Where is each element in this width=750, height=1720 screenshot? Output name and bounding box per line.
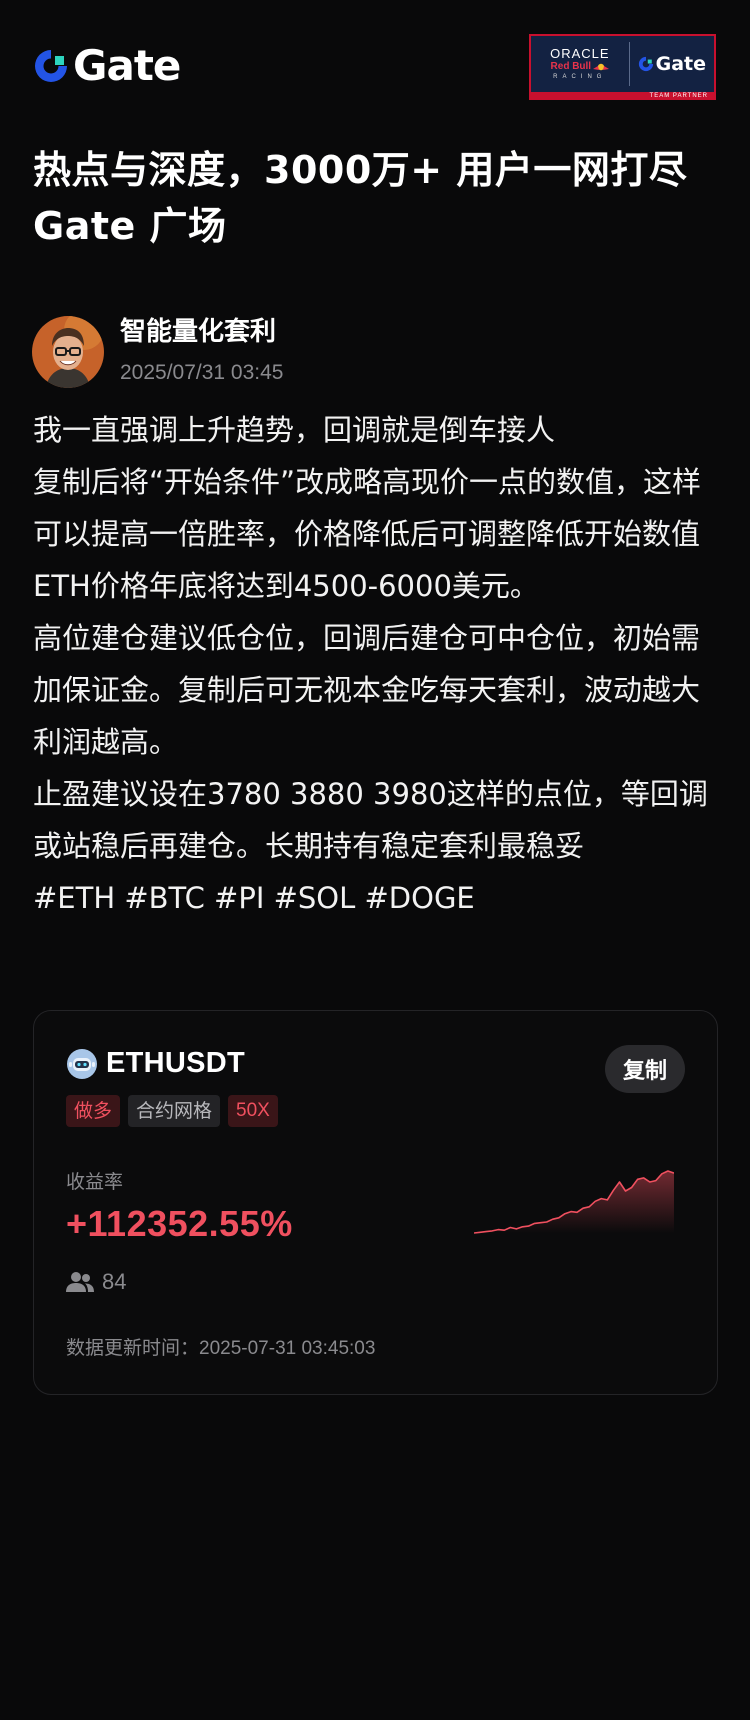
partner-gate-logo: Gate [638, 53, 706, 75]
post-body: 我一直强调上升趋势，回调就是倒车接人 复制后将“开始条件”改成略高现价一点的数值… [33, 404, 723, 924]
gate-logo-icon [35, 50, 67, 82]
redbull-label: Red Bull [550, 61, 592, 72]
partner-banner[interactable]: ORACLE Red Bull RACING Gate TEAM PARTNER [529, 34, 716, 100]
leverage-badge: 50X [228, 1095, 278, 1127]
oracle-text: ORACLE [550, 46, 610, 61]
gate-logo-text: Gate [73, 41, 181, 90]
users-icon [66, 1272, 94, 1292]
avatar-photo [32, 316, 104, 388]
post-paragraph: 复制后将“开始条件”改成略高现价一点的数值，这样可以提高一倍胜率，价格降低后可调… [33, 465, 702, 551]
update-label: 数据更新时间： [66, 1337, 200, 1359]
post-page: Gate ORACLE Red Bull RACING Gate TEAM PA… [0, 0, 750, 1720]
copy-button[interactable]: 复制 [605, 1045, 685, 1093]
yield-label: 收益率 [66, 1171, 124, 1193]
oracle-redbull-logo: ORACLE Red Bull RACING [539, 47, 621, 81]
post-paragraph: 止盈建议设在3780 3880 3980这样的点位，等回调或站稳后再建仓。长期持… [33, 777, 708, 863]
post-timestamp: 2025/07/31 03:45 [120, 361, 284, 384]
gate-logo[interactable]: Gate [33, 41, 181, 90]
followers-count: 84 [102, 1269, 127, 1294]
strategy-type-badge: 合约网格 [128, 1095, 221, 1127]
partner-divider [628, 42, 630, 86]
post-paragraph: 高位建仓建议低仓位，回调后建仓可中仓位，初始需加保证金。复制后可无视本金吃每天套… [33, 621, 701, 759]
partner-gate-text: Gate [655, 53, 706, 75]
update-value: 2025-07-31 03:45:03 [199, 1338, 376, 1359]
pair-header: ETHUSDT [66, 1047, 245, 1080]
strategy-card[interactable]: ETHUSDT 复制 做多 合约网格 50X 收益率 +112352.55% 8… [33, 1010, 718, 1395]
yield-sparkline [474, 1170, 674, 1234]
bull-icon [593, 63, 610, 71]
yield-value: +112352.55% [66, 1203, 293, 1244]
post-paragraph: ETH价格年底将达到4500-6000美元。 [33, 569, 539, 603]
followers: 84 [66, 1269, 126, 1295]
strategy-tags: 做多 合约网格 50X [66, 1095, 278, 1127]
headline-line-1: 热点与深度，3000万+ 用户一网打尽 [33, 148, 688, 192]
avatar[interactable] [32, 316, 104, 388]
data-update-time: 数据更新时间：2025-07-31 03:45:03 [66, 1333, 375, 1360]
sparkline-area [474, 1171, 674, 1233]
racing-text: RACING [553, 74, 607, 80]
gate-small-icon [638, 56, 653, 72]
page-headline: 热点与深度，3000万+ 用户一网打尽 Gate 广场 [33, 142, 723, 254]
author-name[interactable]: 智能量化套利 [120, 314, 276, 350]
team-partner-text: TEAM PARTNER [649, 93, 708, 99]
pair-name: ETHUSDT [106, 1047, 246, 1079]
post-hashtags[interactable]: #ETH #BTC #PI #SOL #DOGE [33, 872, 723, 924]
robot-icon [67, 1048, 97, 1079]
redbull-text: Red Bull [551, 61, 610, 73]
post-paragraph: 我一直强调上升趋势，回调就是倒车接人 [33, 413, 556, 447]
headline-line-2: Gate 广场 [33, 204, 227, 248]
direction-badge: 做多 [66, 1095, 121, 1127]
